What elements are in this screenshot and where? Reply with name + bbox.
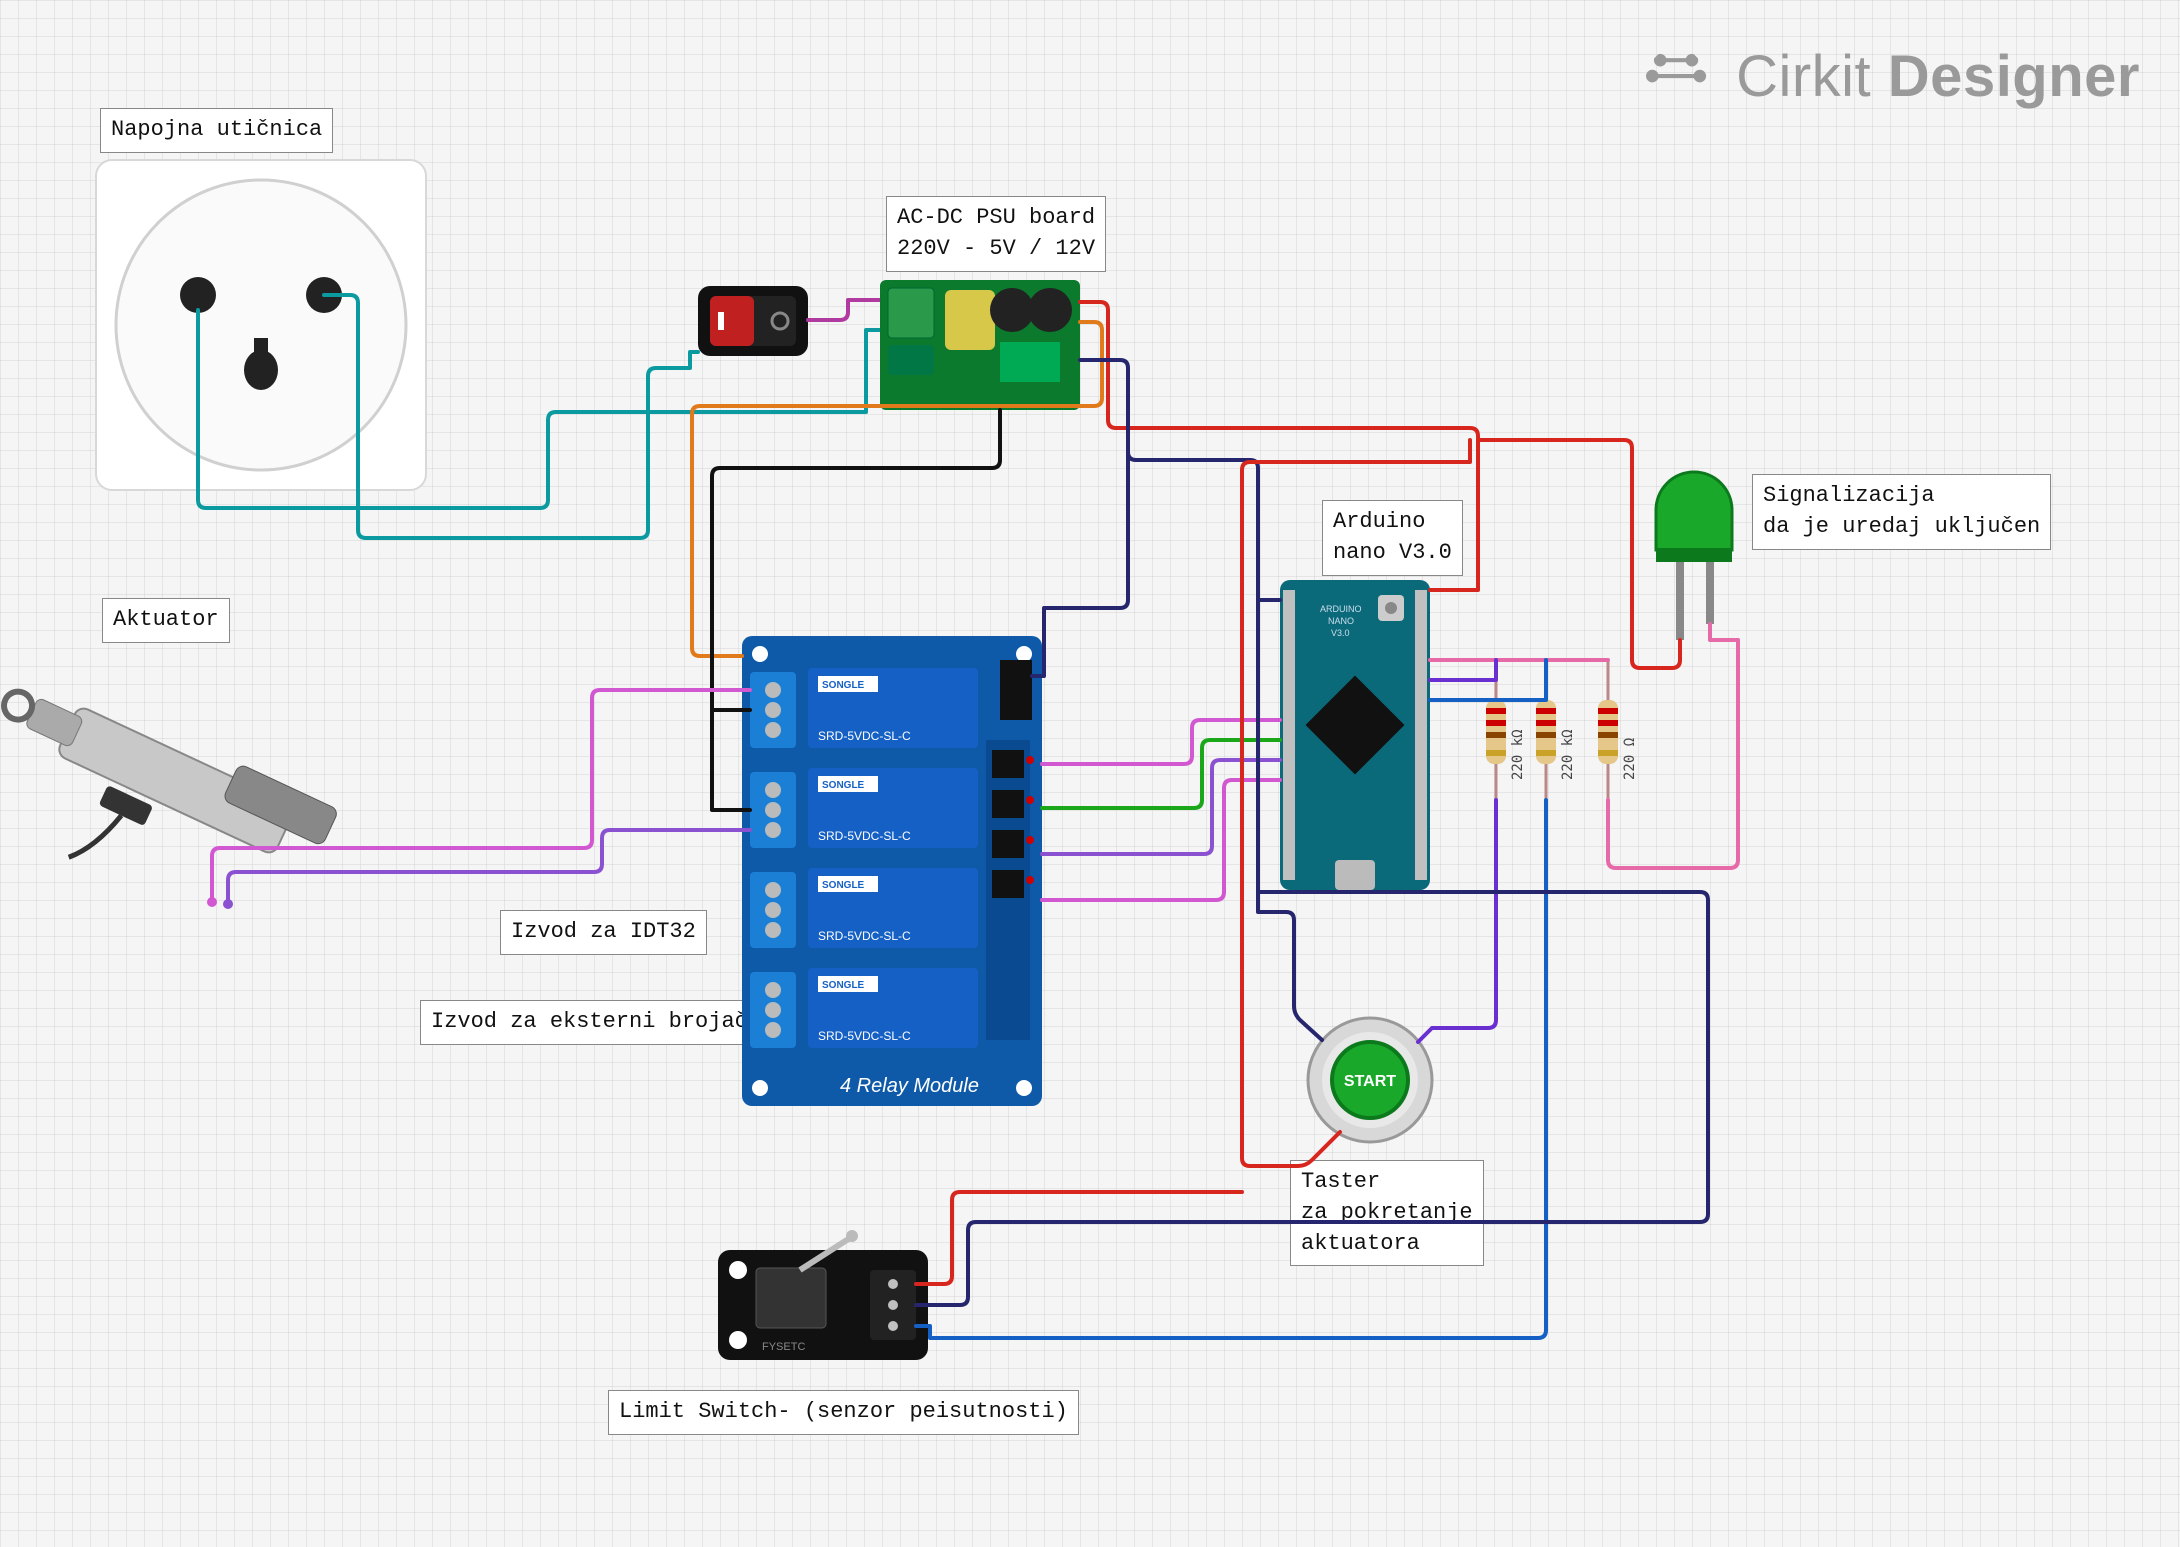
svg-text:START: START: [1344, 1073, 1396, 1090]
svg-text:V3.0: V3.0: [1331, 628, 1350, 638]
svg-text:4 Relay Module: 4 Relay Module: [840, 1075, 979, 1097]
resistor-3: [1598, 660, 1618, 800]
wire-d3-in2: [1042, 740, 1280, 808]
wire-led-gnd: [1478, 440, 1680, 668]
svg-text:ARDUINO: ARDUINO: [1320, 604, 1362, 614]
svg-text:SRD-5VDC-SL-C: SRD-5VDC-SL-C: [818, 1029, 911, 1043]
wire-switch-psu: [808, 300, 866, 320]
rocker-switch: [698, 286, 808, 356]
limit-switch: FYSETC: [718, 1230, 928, 1360]
svg-text:SONGLE: SONGLE: [822, 680, 865, 691]
svg-text:SONGLE: SONGLE: [822, 780, 865, 791]
relay-module: SONGLE SRD-5VDC-SL-C SONGLE SRD-5VDC-SL-…: [742, 636, 1042, 1106]
wire-gnd-relay: [1032, 452, 1128, 676]
svg-text:SONGLE: SONGLE: [822, 980, 865, 991]
svg-text:SONGLE: SONGLE: [822, 880, 865, 891]
wire-limit-vcc: [916, 1192, 1242, 1284]
psu-board: [866, 280, 1080, 410]
wire-relay-act2: [228, 830, 750, 902]
wire-start-sig: [1430, 660, 1496, 680]
diagram-canvas: SONGLE SRD-5VDC-SL-C SONGLE SRD-5VDC-SL-…: [0, 0, 2180, 1547]
svg-text:FYSETC: FYSETC: [762, 1341, 805, 1353]
power-outlet: [96, 160, 426, 490]
led-indicator: [1656, 472, 1732, 640]
wire-led-sig2: [1608, 624, 1738, 868]
svg-text:SRD-5VDC-SL-C: SRD-5VDC-SL-C: [818, 729, 911, 743]
arduino-nano: ARDUINO NANO V3.0: [1280, 580, 1430, 890]
wire-5v-arduino: [1080, 302, 1478, 590]
svg-text:SRD-5VDC-SL-C: SRD-5VDC-SL-C: [818, 929, 911, 943]
start-button: START: [1308, 1018, 1432, 1142]
svg-text:NANO: NANO: [1328, 616, 1354, 626]
actuator: [0, 663, 339, 953]
svg-text:SRD-5VDC-SL-C: SRD-5VDC-SL-C: [818, 829, 911, 843]
wire-d5-in4: [1042, 780, 1280, 900]
